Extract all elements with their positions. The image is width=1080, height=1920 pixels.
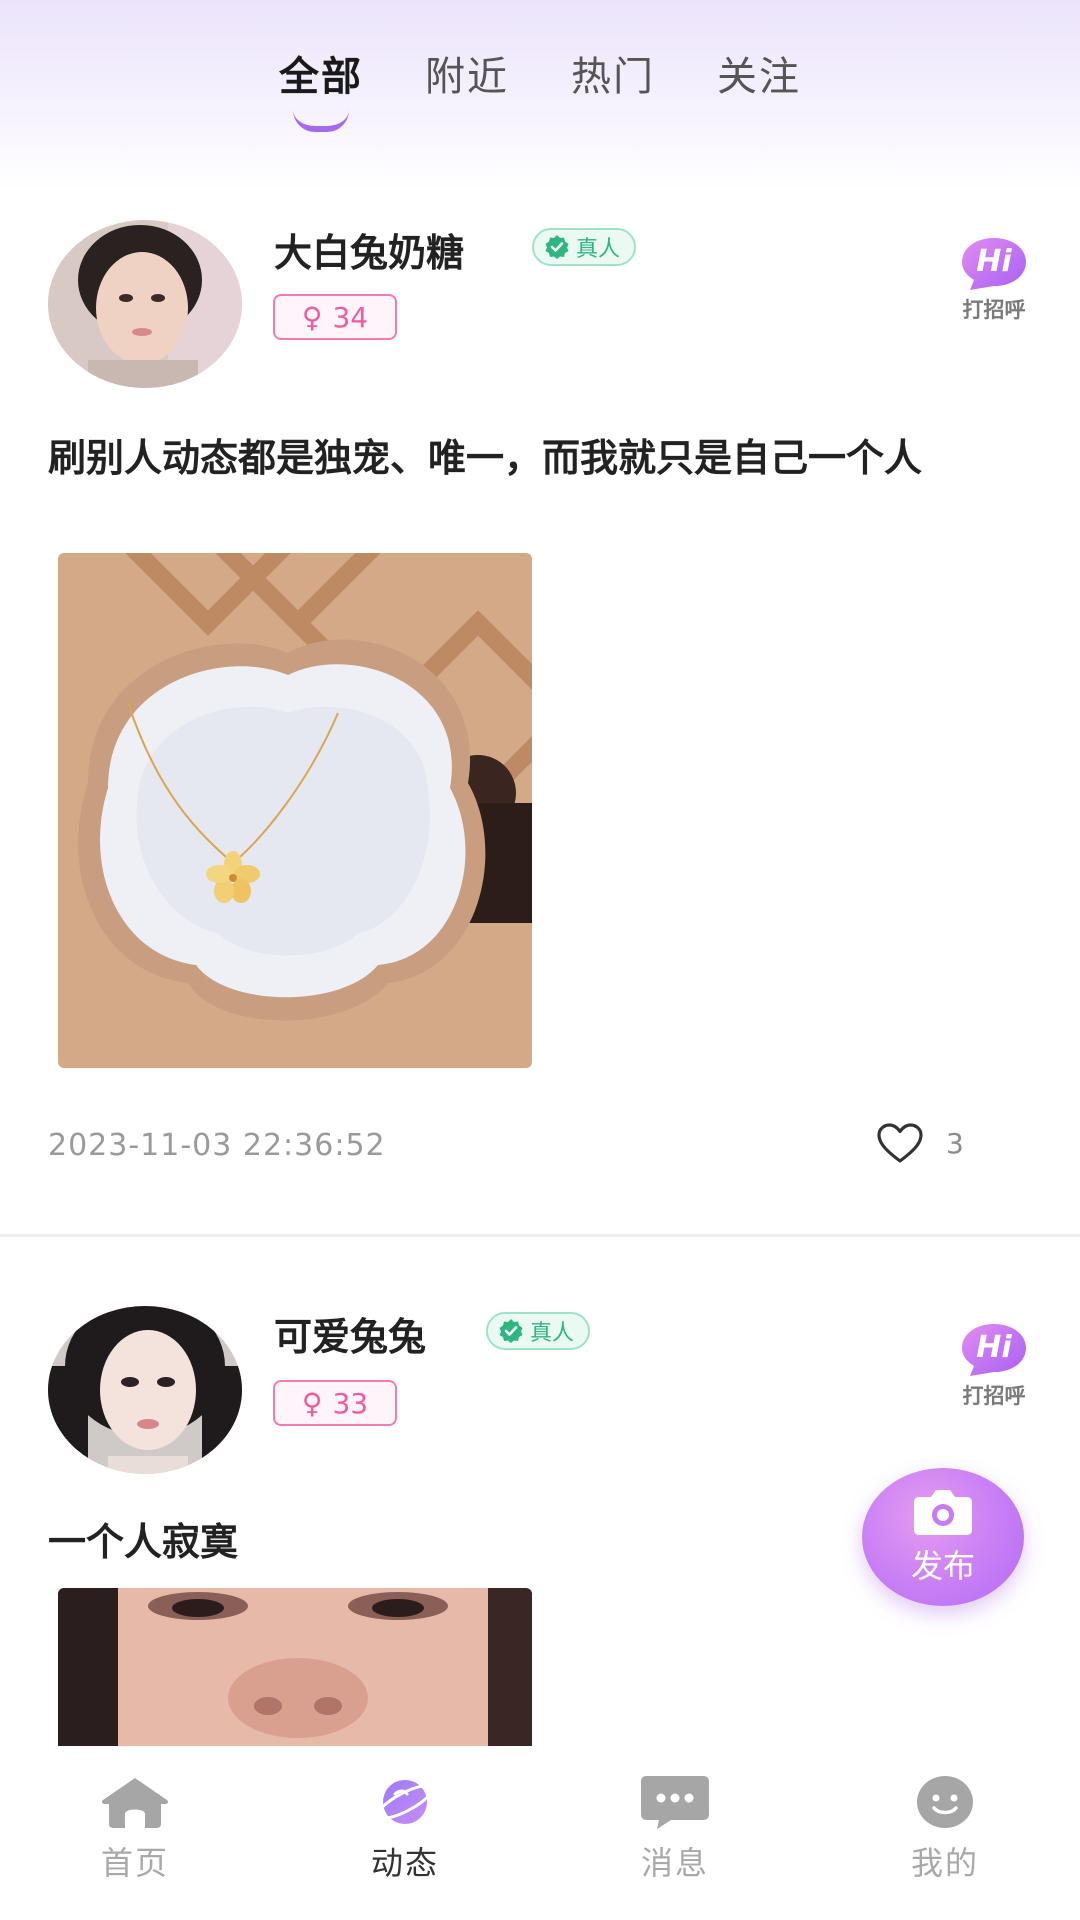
home-icon [101, 1778, 169, 1828]
hi-text: Hi [976, 1330, 1012, 1365]
nav-profile[interactable]: 我的 [810, 1746, 1080, 1920]
verified-label: 真人 [530, 1321, 575, 1346]
nav-label: 我的 [910, 1844, 979, 1882]
post-image[interactable] [58, 553, 532, 1068]
heart-icon [877, 1123, 923, 1163]
planet-icon [376, 1780, 434, 1824]
say-hi-button[interactable]: Hi 打招呼 [954, 236, 1034, 324]
nav-label: 动态 [370, 1844, 439, 1882]
verified-check-icon [545, 235, 569, 259]
hi-text: Hi [976, 244, 1012, 279]
nav-label: 首页 [100, 1844, 169, 1882]
nav-messages[interactable]: 消息 [540, 1746, 810, 1920]
verified-badge: 真人 [532, 228, 637, 266]
say-hi-button[interactable]: Hi 打招呼 [954, 1322, 1034, 1410]
verified-label: 真人 [576, 237, 621, 262]
verified-badge: 真人 [486, 1312, 591, 1350]
username[interactable]: 可爱兔兔 [274, 1306, 426, 1361]
bottom-navigation: 首页 动态 消息 我的 [0, 1746, 1080, 1920]
gender-age-badge: ♀ 33 [273, 1380, 397, 1426]
say-hi-label: 打招呼 [962, 1384, 1026, 1408]
tab-label: 热门 [571, 54, 655, 100]
post-text: 刷别人动态都是独宠、唯一，而我就只是自己一个人 [48, 436, 923, 480]
username[interactable]: 大白兔奶糖 [274, 222, 464, 277]
like-button[interactable]: 3 [876, 1122, 964, 1164]
nav-label: 消息 [640, 1844, 709, 1882]
tab-label: 关注 [717, 54, 801, 100]
verified-check-icon [499, 1319, 523, 1343]
nav-moments[interactable]: 动态 [270, 1746, 540, 1920]
tab-label: 全部 [279, 54, 363, 100]
gender-age-badge: ♀ 34 [273, 294, 397, 340]
avatar-photo [48, 1306, 242, 1474]
selfie-photo [58, 1588, 532, 1748]
age-value: 34 [332, 300, 369, 334]
tab-following[interactable]: 关注 [717, 44, 801, 102]
avatar-photo [48, 220, 242, 388]
say-hi-label: 打招呼 [962, 298, 1026, 322]
camera-icon [914, 1490, 972, 1535]
like-count: 3 [946, 1126, 964, 1160]
avatar[interactable] [48, 1306, 242, 1474]
female-icon: ♀ [301, 300, 323, 334]
publish-button[interactable]: 发布 [862, 1468, 1024, 1606]
hi-bubble-icon: Hi [960, 1322, 1028, 1378]
feed-page: 全部 附近 热门 关注 大白兔奶糖 真人 ♀ 34 Hi 打招呼 刷别人动态都是… [0, 0, 1080, 1920]
post-divider [0, 1234, 1080, 1237]
message-icon [641, 1776, 709, 1829]
tab-hot[interactable]: 热门 [571, 44, 655, 102]
post-image[interactable] [58, 1588, 532, 1748]
nav-home[interactable]: 首页 [0, 1746, 270, 1920]
female-icon: ♀ [301, 1386, 323, 1420]
age-value: 33 [332, 1386, 369, 1420]
necklace-photo [58, 553, 532, 1068]
tab-all[interactable]: 全部 [279, 44, 363, 132]
hi-bubble-icon: Hi [960, 236, 1028, 292]
tab-nearby[interactable]: 附近 [425, 44, 509, 102]
tab-label: 附近 [425, 54, 509, 100]
profile-face-icon [917, 1776, 973, 1828]
publish-label: 发布 [910, 1547, 975, 1585]
feed-tabs: 全部 附近 热门 关注 [0, 44, 1080, 132]
post-timestamp: 2023-11-03 22:36:52 [48, 1128, 386, 1163]
avatar[interactable] [48, 220, 242, 388]
